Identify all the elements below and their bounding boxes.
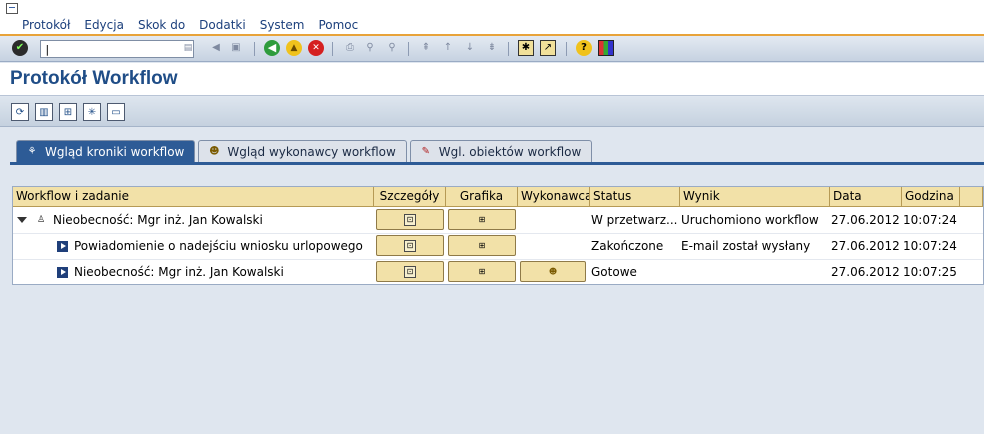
table-row[interactable]: ♙ Nieobecność: Mgr inż. Jan Kowalski [17, 208, 373, 232]
menu-protokol[interactable]: Protokół [22, 18, 70, 32]
window-menu-icon[interactable] [6, 3, 18, 14]
details-icon: ⊡ [404, 239, 416, 252]
previous-page-icon[interactable]: ↑ [440, 40, 456, 56]
find-next-icon[interactable]: ⚲ [384, 40, 400, 56]
tab-chronicle[interactable]: ⚘ Wgląd kroniki workflow [16, 140, 196, 162]
column-header-status[interactable]: Status [590, 187, 680, 207]
column-header-details[interactable]: Szczegóły [374, 187, 446, 207]
graphic-icon: ⊞ [478, 267, 486, 276]
column-header-result[interactable]: Wynik [680, 187, 830, 207]
status-cell: Zakończone [591, 239, 664, 253]
tab-label: Wgląd kroniki workflow [45, 144, 185, 159]
toolbar-separator [566, 42, 567, 56]
table-row[interactable]: Nieobecność: Mgr inż. Jan Kowalski [57, 260, 373, 284]
help-icon[interactable]: ? [576, 40, 592, 56]
layout-menu-icon[interactable] [598, 40, 614, 56]
page-title: Protokół Workflow [10, 68, 178, 89]
menu-skok-do[interactable]: Skok do [138, 18, 185, 32]
refresh-icon[interactable]: ⟳ [11, 103, 29, 121]
column-header-agent[interactable]: Wykonawca [518, 187, 590, 207]
menu-bar: Protokół Edycja Skok do Dodatki System P… [0, 0, 984, 36]
command-history-icon[interactable]: ▤ [180, 40, 196, 56]
print-icon[interactable]: ⎙ [342, 40, 358, 56]
shortcut-icon[interactable]: ↗ [540, 40, 556, 56]
details-button[interactable]: ⊡ [376, 209, 444, 230]
column-header-date[interactable]: Data [830, 187, 902, 207]
time-cell: 10:07:25 [903, 265, 957, 279]
find-icon[interactable]: ⚲ [362, 40, 378, 56]
details-button[interactable]: ⊡ [376, 261, 444, 282]
command-field[interactable] [40, 40, 194, 58]
document-icon[interactable]: ▭ [107, 103, 125, 121]
cancel-icon[interactable]: ✕ [308, 40, 324, 56]
title-bar: Protokół Workflow [0, 63, 984, 96]
tab-label: Wgl. obiektów workflow [438, 144, 582, 159]
workflow-table: Workflow i zadanie Szczegóły Grafika Wyk… [12, 186, 984, 285]
toolbar-separator [332, 42, 333, 56]
tab-objects[interactable]: ✎ Wgl. obiektów workflow [409, 140, 593, 162]
agents-icon: ☻ [209, 146, 220, 157]
last-page-icon[interactable]: ⇟ [484, 40, 500, 56]
details-button[interactable]: ⊡ [376, 235, 444, 256]
workflow-icon: ♙ [37, 214, 46, 225]
date-cell: 27.06.2012 [831, 265, 900, 279]
columns-icon[interactable]: ▥ [35, 103, 53, 121]
menu-system[interactable]: System [260, 18, 305, 32]
details-icon: ⊡ [404, 213, 416, 226]
menu-items: Protokół Edycja Skok do Dodatki System P… [22, 18, 372, 32]
tab-label: Wgląd wykonawcy workflow [227, 144, 396, 159]
create-session-icon[interactable]: ✱ [518, 40, 534, 56]
toolbar-separator [408, 42, 409, 56]
status-cell: W przetwarz... [591, 213, 678, 227]
date-cell: 27.06.2012 [831, 213, 900, 227]
graphic-icon: ⊞ [478, 215, 486, 224]
task-name: Nieobecność: Mgr inż. Jan Kowalski [74, 265, 284, 279]
graphic-button[interactable]: ⊞ [448, 261, 516, 282]
next-page-icon[interactable]: ↓ [462, 40, 478, 56]
graphic-button[interactable]: ⊞ [448, 235, 516, 256]
date-cell: 27.06.2012 [831, 239, 900, 253]
tab-agents[interactable]: ☻ Wgląd wykonawcy workflow [198, 140, 407, 162]
task-icon [57, 266, 68, 278]
expand-icon[interactable]: ✳ [83, 103, 101, 121]
standard-toolbar: ✔ ▤ ◀ ▣ ◀ ▲ ✕ ⎙ ⚲ ⚲ ⇞ ↑ ↓ ⇟ ✱ ↗ ? [0, 36, 984, 62]
column-header-graphic[interactable]: Grafika [446, 187, 518, 207]
task-name: Powiadomienie o nadejściu wniosku urlopo… [74, 239, 363, 253]
agent-button[interactable]: ☻ [520, 261, 586, 282]
agents-icon: ☻ [548, 267, 558, 276]
result-cell [681, 260, 829, 284]
task-name: Nieobecność: Mgr inż. Jan Kowalski [53, 213, 263, 227]
graphic-icon[interactable]: ⊞ [59, 103, 77, 121]
application-toolbar: ⟳ ▥ ⊞ ✳ ▭ [0, 97, 984, 127]
column-header-workflow[interactable]: Workflow i zadanie [13, 187, 374, 207]
result-cell: Uruchomiono workflow [681, 213, 819, 227]
result-cell: E-mail został wysłany [681, 239, 811, 253]
time-cell: 10:07:24 [903, 213, 957, 227]
graphic-icon: ⊞ [478, 241, 486, 250]
objects-icon: ✎ [421, 146, 430, 157]
menu-edycja[interactable]: Edycja [84, 18, 124, 32]
collapse-icon[interactable] [17, 217, 27, 223]
back-icon[interactable]: ◀ [264, 40, 280, 56]
column-header-empty [960, 187, 983, 207]
menu-dodatki[interactable]: Dodatki [199, 18, 246, 32]
enter-icon[interactable]: ✔ [12, 40, 28, 56]
exit-icon[interactable]: ▲ [286, 40, 302, 56]
task-icon [57, 240, 68, 252]
status-cell: Gotowe [591, 265, 637, 279]
graphic-button[interactable]: ⊞ [448, 209, 516, 230]
time-cell: 10:07:24 [903, 239, 957, 253]
save-icon[interactable]: ▣ [228, 40, 244, 56]
first-page-icon[interactable]: ⇞ [418, 40, 434, 56]
toolbar-separator [254, 42, 255, 56]
menu-pomoc[interactable]: Pomoc [318, 18, 358, 32]
tab-strip: ⚘ Wgląd kroniki workflow ☻ Wgląd wykonaw… [16, 140, 595, 162]
chronicle-icon: ⚘ [27, 146, 37, 157]
toolbar-separator [508, 42, 509, 56]
column-header-time[interactable]: Godzina [902, 187, 960, 207]
back-arrow-icon[interactable]: ◀ [208, 40, 224, 56]
details-icon: ⊡ [404, 265, 416, 278]
table-row[interactable]: Powiadomienie o nadejściu wniosku urlopo… [57, 234, 373, 258]
